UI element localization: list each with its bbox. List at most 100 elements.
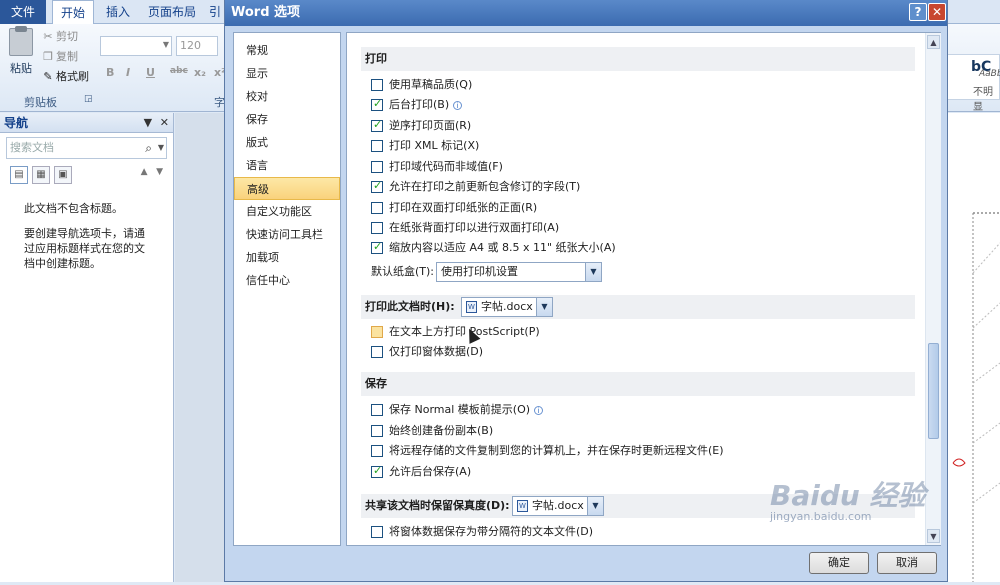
option-print-form-data-only[interactable]: 仅打印窗体数据(D)	[371, 344, 483, 362]
category-advanced[interactable]: 高级	[234, 177, 340, 200]
tab-file[interactable]: 文件	[0, 0, 46, 24]
option-postscript-over-text[interactable]: 在文本上方打印 PostScript(P)	[371, 324, 540, 342]
format-painter-button[interactable]: ✎ 格式刷	[42, 68, 89, 86]
option-print-front[interactable]: 打印在双面打印纸张的正面(R)	[371, 200, 537, 218]
chevron-down-icon: ▼	[162, 40, 169, 49]
share-doc-select[interactable]: W 字帖.docx ▼	[512, 496, 604, 516]
checkbox[interactable]	[371, 425, 383, 437]
option-always-backup[interactable]: 始终创建备份副本(B)	[371, 423, 493, 441]
chevron-down-icon[interactable]: ▼	[144, 116, 152, 129]
option-background-save[interactable]: 允许后台保存(A)	[371, 463, 471, 482]
help-button[interactable]: ?	[909, 3, 927, 21]
option-print-xml-tags[interactable]: 打印 XML 标记(X)	[371, 138, 479, 156]
tab-insert[interactable]: 插入	[98, 0, 138, 24]
option-background-print[interactable]: 后台打印(B)i	[371, 96, 463, 115]
checkbox[interactable]	[371, 404, 383, 416]
pages-view-icon[interactable]: ▦	[32, 166, 50, 184]
print-doc-select[interactable]: W 字帖.docx ▼	[461, 297, 553, 317]
category-save[interactable]: 保存	[234, 108, 340, 131]
checkbox[interactable]	[371, 96, 383, 112]
paste-button[interactable]: 粘贴	[6, 26, 36, 88]
option-copy-remote-files[interactable]: 将远程存储的文件复制到您的计算机上，并在保存时更新远程文件(E)	[371, 443, 724, 461]
styles-gallery[interactable]: bC AaBb 不明显	[946, 54, 1000, 113]
print-section-header: 打印	[361, 47, 915, 71]
italic-button[interactable]: I	[126, 66, 130, 79]
checkbox[interactable]	[371, 326, 383, 338]
paste-label: 粘贴	[10, 62, 32, 75]
checkbox[interactable]	[371, 178, 383, 194]
style-sample-3[interactable]: 不明显	[973, 83, 999, 113]
arrow-down-icon[interactable]: ▼	[156, 167, 163, 177]
option-prompt-normal-template[interactable]: 保存 Normal 模板前提示(O) i	[371, 402, 544, 420]
checkbox[interactable]	[371, 222, 383, 234]
chevron-down-icon: ▼	[585, 263, 601, 281]
options-scrollbar[interactable]: ▲ ▼	[925, 33, 941, 545]
category-layout[interactable]: 版式	[234, 131, 340, 154]
underline-button[interactable]: U	[146, 66, 155, 79]
default-tray-select[interactable]: 使用打印机设置 ▼	[436, 262, 602, 282]
option-label: 打印在双面打印纸张的正面(R)	[389, 201, 538, 214]
checkbox[interactable]	[371, 140, 383, 152]
tab-references[interactable]: 引	[206, 0, 224, 24]
page-grid	[952, 212, 1000, 582]
checkbox[interactable]	[371, 463, 383, 479]
checkbox[interactable]	[371, 161, 383, 173]
nav-pane-title: 导航	[4, 116, 29, 130]
headings-view-icon[interactable]: ▤	[10, 166, 28, 184]
font-name-box[interactable]: ▼	[100, 36, 172, 56]
category-proofing[interactable]: 校对	[234, 85, 340, 108]
option-update-tracked-fields[interactable]: 允许在打印之前更新包含修订的字段(T)	[371, 178, 580, 197]
search-icon[interactable]: ⌕	[145, 138, 152, 158]
checkbox[interactable]	[371, 526, 383, 538]
checkbox[interactable]	[371, 445, 383, 457]
option-reverse-order[interactable]: 逆序打印页面(R)	[371, 117, 471, 136]
cancel-button[interactable]: 取消	[877, 552, 937, 574]
checkbox[interactable]	[371, 239, 383, 255]
option-print-field-codes[interactable]: 打印域代码而非域值(F)	[371, 159, 503, 177]
tab-home[interactable]: 开始	[52, 0, 94, 25]
category-add-ins[interactable]: 加载项	[234, 246, 340, 269]
clipboard-launcher-icon[interactable]: ◲	[84, 94, 93, 104]
category-display[interactable]: 显示	[234, 62, 340, 85]
cut-button[interactable]: ✂ 剪切	[42, 28, 78, 46]
checkbox[interactable]	[371, 202, 383, 214]
category-quick-access-toolbar[interactable]: 快速访问工具栏	[234, 223, 340, 246]
arrow-up-icon[interactable]: ▲	[141, 167, 148, 177]
option-draft-quality[interactable]: 使用草稿品质(Q)	[371, 77, 472, 95]
category-customize-ribbon[interactable]: 自定义功能区	[234, 200, 340, 223]
ok-button[interactable]: 确定	[809, 552, 869, 574]
copy-button[interactable]: ❐ 复制	[42, 48, 78, 66]
word-doc-icon: W	[517, 500, 528, 512]
category-trust-center[interactable]: 信任中心	[234, 269, 340, 292]
print-doc-section-header: 打印此文档时(H):	[361, 295, 915, 319]
subscript-button[interactable]: x₂	[194, 66, 206, 79]
info-icon: i	[534, 405, 544, 415]
chevron-down-icon[interactable]: ▼	[158, 138, 164, 158]
option-save-form-data-text[interactable]: 将窗体数据保存为带分隔符的文本文件(D)	[371, 524, 593, 542]
close-button[interactable]: ✕	[928, 3, 946, 21]
scroll-thumb[interactable]	[928, 343, 939, 439]
close-icon[interactable]: ✕	[160, 116, 169, 129]
checkbox[interactable]	[371, 79, 383, 91]
category-language[interactable]: 语言	[234, 154, 340, 177]
option-label: 在纸张背面打印以进行双面打印(A)	[389, 221, 560, 234]
font-size-box[interactable]: 120	[176, 36, 218, 56]
scroll-down-icon[interactable]: ▼	[927, 529, 940, 543]
checkbox[interactable]	[371, 117, 383, 133]
option-scale-a4-letter[interactable]: 缩放内容以适应 A4 或 8.5 x 11" 纸张大小(A)	[371, 239, 616, 258]
nav-search-input[interactable]: 搜索文档 ⌕ ▼	[6, 137, 167, 159]
tab-page-layout[interactable]: 页面布局	[146, 0, 198, 24]
checkbox[interactable]	[371, 346, 383, 358]
nav-help-text: 要创建导航选项卡，请通过应用标题样式在您的文档中创建标题。	[24, 227, 145, 270]
category-general[interactable]: 常规	[234, 39, 340, 62]
bold-button[interactable]: B	[106, 66, 114, 79]
results-view-icon[interactable]: ▣	[54, 166, 72, 184]
document-page[interactable]	[943, 113, 1000, 582]
strikethrough-button[interactable]: abc	[170, 66, 188, 76]
dialog-title: Word 选项	[225, 0, 947, 26]
option-print-back[interactable]: 在纸张背面打印以进行双面打印(A)	[371, 220, 559, 238]
scroll-up-icon[interactable]: ▲	[927, 35, 940, 49]
style-sample-2[interactable]: AaBb	[979, 69, 1000, 79]
option-label: 后台打印(B)	[389, 98, 450, 111]
watermark-brand: Baidu 经验	[770, 479, 926, 512]
